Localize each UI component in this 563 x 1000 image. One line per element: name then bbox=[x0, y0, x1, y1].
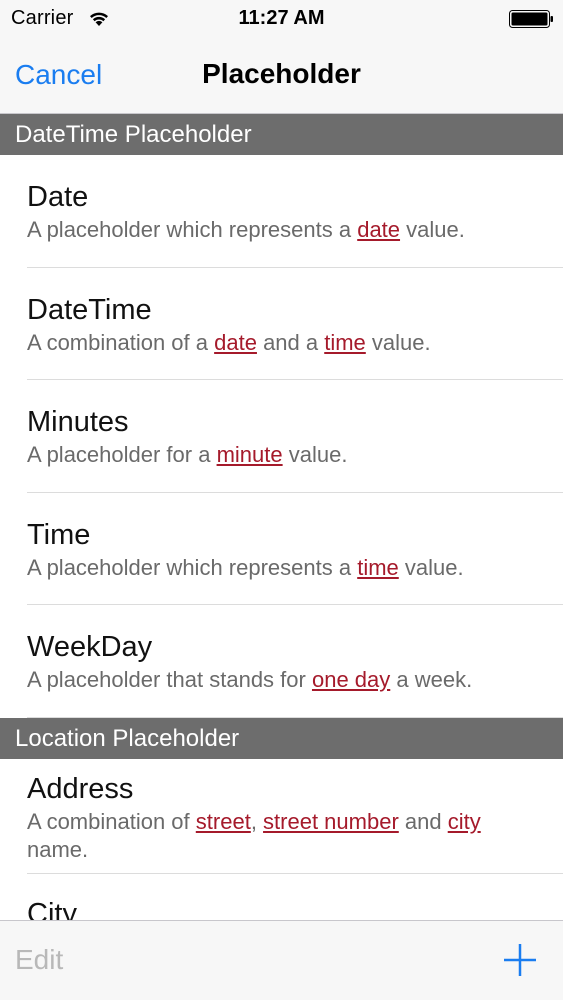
description-text: value. bbox=[400, 217, 465, 242]
placeholder-keyword-link[interactable]: one day bbox=[312, 667, 390, 692]
list-item-title: Minutes bbox=[27, 406, 129, 438]
status-time: 11:27 AM bbox=[238, 7, 325, 29]
description-text: A combination of a bbox=[27, 329, 215, 355]
list-item-title: Address bbox=[27, 772, 134, 805]
description-text: and a bbox=[256, 329, 325, 355]
list-item-description: A combination of street, street number a… bbox=[27, 808, 543, 864]
description-text: , bbox=[250, 808, 264, 834]
section-header: DateTime Placeholder bbox=[0, 114, 563, 155]
description-text: name. bbox=[27, 836, 89, 862]
navigation-bar: Cancel Placeholder bbox=[0, 40, 563, 114]
description-text: A placeholder which represents a bbox=[27, 217, 358, 242]
description-text: value. bbox=[282, 442, 348, 467]
list-item[interactable]: Time A placeholder which represents a tim… bbox=[0, 493, 563, 606]
description-text: A combination of bbox=[27, 808, 196, 834]
list-item-description: A combination of a date and a time value… bbox=[27, 329, 543, 357]
list-item-description: A placeholder which represents a date va… bbox=[27, 216, 543, 244]
description-text: A placeholder for a bbox=[27, 442, 217, 467]
edit-button[interactable]: Edit bbox=[15, 944, 63, 976]
placeholder-keyword-link[interactable]: date bbox=[357, 217, 400, 242]
placeholder-keyword-link[interactable]: time bbox=[357, 555, 399, 580]
placeholder-keyword-link[interactable]: time bbox=[324, 330, 366, 355]
section-header: Location Placeholder bbox=[0, 717, 563, 759]
description-text: value. bbox=[365, 329, 431, 355]
list-item-title: Date bbox=[27, 181, 89, 213]
placeholder-keyword-link[interactable]: street number bbox=[263, 809, 399, 834]
placeholder-list[interactable]: DateTime Placeholder Date A placeholder wh… bbox=[0, 114, 563, 920]
placeholder-keyword-link[interactable]: minute bbox=[217, 442, 283, 467]
battery-icon bbox=[509, 10, 553, 28]
list-item-title: WeekDay bbox=[27, 631, 153, 663]
list-item-title: Time bbox=[27, 518, 91, 551]
list-item-description: A placeholder that stands for one day a … bbox=[27, 666, 543, 694]
placeholder-keyword-link[interactable]: date bbox=[214, 330, 257, 355]
placeholder-keyword-link[interactable]: city bbox=[448, 809, 481, 834]
list-item[interactable]: Minutes A placeholder for a minute value. bbox=[0, 380, 563, 493]
list-item-description: A placeholder which represents a time va… bbox=[27, 554, 543, 582]
list-item-title: City bbox=[27, 897, 77, 921]
description-text: A placeholder which represents a bbox=[27, 554, 358, 580]
list-item[interactable]: WeekDay A placeholder that stands for one… bbox=[0, 605, 563, 718]
bottom-toolbar: Edit bbox=[0, 920, 563, 1000]
list-item[interactable]: DateTime A combination of a date and a ti… bbox=[0, 268, 563, 381]
page-title: Placeholder bbox=[202, 58, 361, 89]
list-item-title: DateTime bbox=[27, 293, 152, 326]
list-item-description: A placeholder for a minute value. bbox=[27, 441, 543, 469]
description-text: A placeholder that stands for bbox=[27, 667, 312, 692]
description-text: value. bbox=[398, 554, 464, 580]
description-text: a week. bbox=[390, 667, 473, 692]
description-text: and bbox=[398, 808, 448, 834]
status-bar: Carrier 11:27 AM bbox=[0, 0, 563, 40]
plus-icon[interactable] bbox=[503, 943, 537, 977]
placeholder-keyword-link[interactable]: street bbox=[196, 809, 251, 834]
screen: Carrier 11:27 AM Cancel Placeholder Date… bbox=[0, 0, 563, 1000]
list-item[interactable]: Date A placeholder which represents a dat… bbox=[0, 155, 563, 268]
list-item[interactable]: Address A combination of street, street n… bbox=[0, 759, 563, 874]
list-item[interactable]: City bbox=[0, 874, 563, 921]
